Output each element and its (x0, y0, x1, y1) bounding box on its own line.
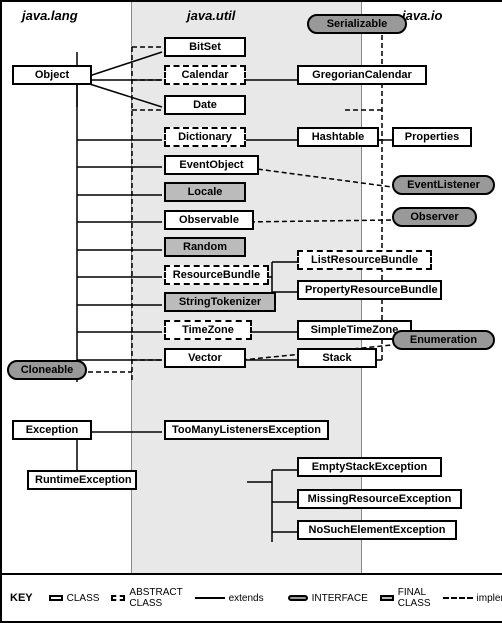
key-extends-label: extends (229, 593, 264, 604)
key-class-item: CLASS (49, 593, 100, 604)
key-abstract-label: ABSTRACT CLASS (129, 587, 182, 609)
key-abstract-box (111, 595, 125, 601)
header-javaio: java.io (402, 8, 442, 23)
header-javautil: java.util (187, 8, 235, 23)
class-timezone: TimeZone (164, 320, 252, 340)
key-interface-item: INTERFACE (288, 593, 368, 604)
key-interface-box (288, 595, 308, 601)
class-observer: Observer (392, 207, 477, 227)
class-stack: Stack (297, 348, 377, 368)
key-class-box (49, 595, 63, 601)
class-properties: Properties (392, 127, 472, 147)
key-final-label: FINAL CLASS (398, 587, 431, 609)
class-toomanylistenersexception: TooManyListenersException (164, 420, 329, 440)
class-emptystackexception: EmptyStackException (297, 457, 442, 477)
class-enumeration: Enumeration (392, 330, 495, 350)
key-extends-item: extends (195, 593, 264, 604)
class-random: Random (164, 237, 246, 257)
header-javalang: java.lang (22, 8, 78, 23)
class-listresourcebundle: ListResourceBundle (297, 250, 432, 270)
class-stringtokenizer: StringTokenizer (164, 292, 276, 312)
class-date: Date (164, 95, 246, 115)
class-cloneable: Cloneable (7, 360, 87, 380)
key-class-label: CLASS (67, 593, 100, 604)
class-serializable: Serializable (307, 14, 407, 34)
key-implements-line (443, 597, 473, 599)
class-gregoriancalendar: GregorianCalendar (297, 65, 427, 85)
class-missingresourceexception: MissingResourceException (297, 489, 462, 509)
key-implements-label: implements (477, 593, 502, 604)
class-eventobject: EventObject (164, 155, 259, 175)
class-bitset: BitSet (164, 37, 246, 57)
key-interface-label: INTERFACE (312, 593, 368, 604)
class-eventlistener: EventListener (392, 175, 495, 195)
class-exception: Exception (12, 420, 92, 440)
key-section: KEY CLASS ABSTRACT CLASS extends INTERFA… (2, 573, 502, 621)
key-final-box (380, 595, 394, 601)
diagram-container: java.lang java.util java.io (0, 0, 502, 623)
key-implements-item: implements (443, 593, 502, 604)
key-final-item: FINAL CLASS (380, 587, 431, 609)
class-resourcebundle: ResourceBundle (164, 265, 269, 285)
key-extends-line (195, 597, 225, 599)
class-object: Object (12, 65, 92, 85)
key-label: KEY (10, 592, 33, 604)
class-hashtable: Hashtable (297, 127, 379, 147)
class-locale: Locale (164, 182, 246, 202)
class-observable: Observable (164, 210, 254, 230)
class-runtimeexception: RuntimeException (27, 470, 137, 490)
class-vector: Vector (164, 348, 246, 368)
col-javalang (2, 2, 132, 577)
class-propertyresourcebundle: PropertyResourceBundle (297, 280, 442, 300)
key-abstract-item: ABSTRACT CLASS (111, 587, 182, 609)
class-nosuchelementexception: NoSuchElementException (297, 520, 457, 540)
class-dictionary: Dictionary (164, 127, 246, 147)
class-calendar: Calendar (164, 65, 246, 85)
